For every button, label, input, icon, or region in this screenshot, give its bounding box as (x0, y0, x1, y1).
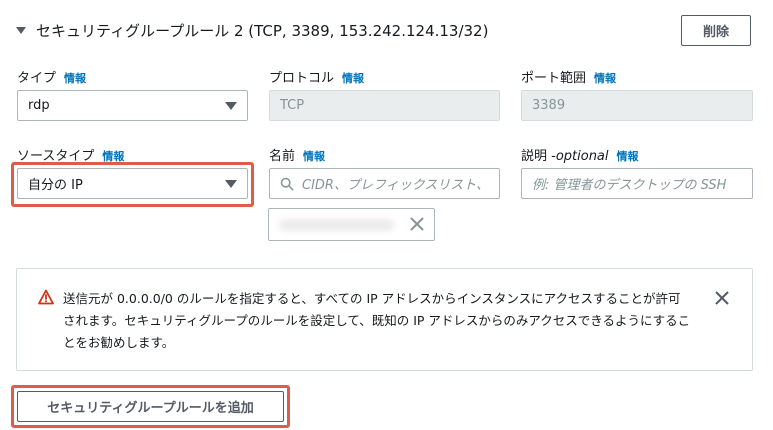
warning-alert: 送信元が 0.0.0.0/0 のルールを指定すると、すべての IP アドレスから… (16, 268, 753, 371)
description-label: 説明 - optional 情報 (521, 145, 639, 164)
rule-header[interactable]: セキュリティグループルール 2 (TCP, 3389, 153.242.124.… (16, 18, 488, 42)
protocol-info-link[interactable]: 情報 (342, 70, 364, 86)
add-security-group-rule-button[interactable]: セキュリティグループルールを追加 (17, 391, 284, 422)
type-select[interactable]: rdp (17, 90, 248, 121)
warning-text: 送信元が 0.0.0.0/0 のルールを指定すると、すべての IP アドレスから… (63, 291, 691, 350)
protocol-value: TCP (280, 98, 305, 113)
description-placeholder: 例: 管理者のデスクトップの SSH (532, 178, 727, 193)
description-label-text: 説明 - (521, 149, 556, 164)
port-range-label: ポート範囲 情報 (521, 67, 616, 86)
name-label: 名前 情報 (269, 145, 325, 164)
warning-icon (38, 289, 54, 305)
search-icon (280, 177, 294, 190)
type-label: タイプ 情報 (17, 67, 86, 86)
source-type-select[interactable]: 自分の IP (17, 168, 248, 199)
redacted-ip-value (279, 219, 394, 231)
protocol-label: プロトコル 情報 (269, 67, 364, 86)
dropdown-arrow-icon (225, 102, 237, 110)
dropdown-arrow-icon (225, 180, 237, 188)
name-search-input[interactable]: CIDR、プレフィックスリスト、 (269, 168, 500, 199)
close-icon[interactable] (714, 290, 730, 306)
description-info-link[interactable]: 情報 (617, 148, 639, 164)
rule-title: セキュリティグループルール 2 (TCP, 3389, 153.242.124.… (36, 21, 489, 40)
type-info-link[interactable]: 情報 (64, 70, 86, 86)
caret-down-icon[interactable] (16, 27, 26, 34)
port-range-info-link[interactable]: 情報 (594, 70, 616, 86)
type-label-text: タイプ (17, 71, 57, 86)
protocol-label-text: プロトコル (269, 71, 335, 86)
source-type-value: 自分の IP (28, 178, 83, 193)
name-info-link[interactable]: 情報 (303, 148, 325, 164)
remove-token-icon[interactable] (408, 215, 426, 233)
name-search-placeholder: CIDR、プレフィックスリスト、 (302, 178, 490, 193)
protocol-field: TCP (269, 90, 500, 121)
type-select-value: rdp (28, 98, 50, 113)
name-label-text: 名前 (269, 149, 296, 164)
delete-button[interactable]: 削除 (681, 15, 751, 46)
port-range-label-text: ポート範囲 (521, 71, 587, 86)
port-range-field: 3389 (521, 90, 753, 121)
description-optional-text: optional (555, 149, 609, 164)
port-range-value: 3389 (532, 98, 566, 113)
description-input[interactable]: 例: 管理者のデスクトップの SSH (521, 168, 753, 199)
selected-ip-token (268, 208, 435, 241)
